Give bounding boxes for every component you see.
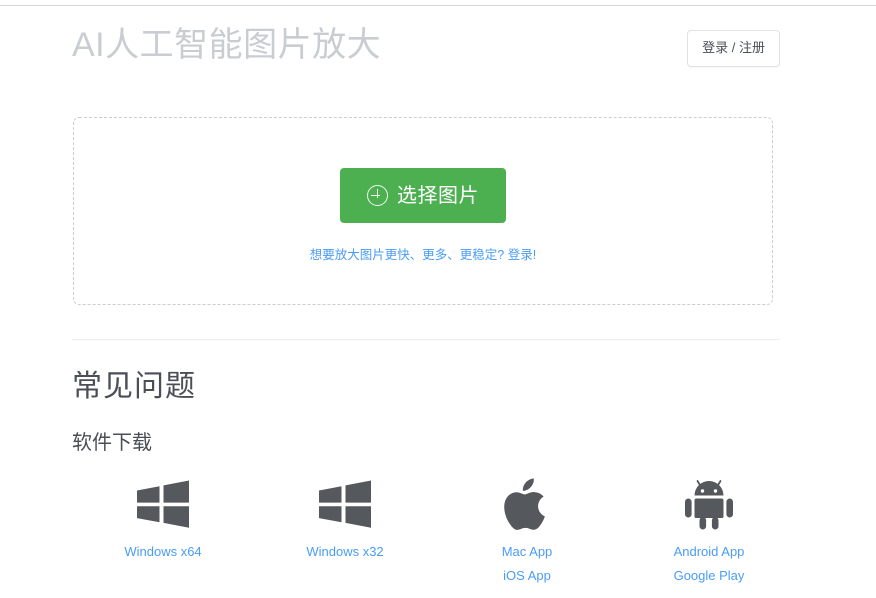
windows-logo-icon [317, 476, 373, 532]
download-link[interactable]: Windows x32 [306, 544, 383, 559]
download-links: Mac App iOS App [502, 544, 553, 583]
page-root: AI人工智能图片放大 登录 / 注册 选择图片 想要放大图片更快、更多、更稳定?… [0, 6, 876, 598]
download-list: Windows x64 Windows x32 Mac App iOS App … [72, 476, 836, 583]
login-register-button[interactable]: 登录 / 注册 [687, 30, 780, 67]
download-item-android[interactable]: Android App Google Play [618, 476, 800, 583]
download-links: Windows x32 [306, 544, 383, 559]
apple-logo-icon [503, 476, 551, 532]
plus-circle-icon [367, 185, 388, 206]
software-download-subheading: 软件下载 [72, 432, 152, 454]
promo-login-link[interactable]: 想要放大图片更快、更多、更稳定? 登录! [74, 247, 772, 263]
upload-dropzone[interactable]: 选择图片 想要放大图片更快、更多、更稳定? 登录! [73, 117, 773, 305]
download-link[interactable]: Android App [674, 544, 745, 559]
download-item-windows-x64[interactable]: Windows x64 [72, 476, 254, 583]
page-header: AI人工智能图片放大 登录 / 注册 [0, 6, 876, 102]
download-link[interactable]: Google Play [674, 568, 745, 583]
download-link[interactable]: Windows x64 [124, 544, 201, 559]
select-image-button[interactable]: 选择图片 [340, 168, 506, 223]
faq-heading: 常见问题 [72, 370, 196, 403]
windows-logo-icon [135, 476, 191, 532]
download-link[interactable]: iOS App [503, 568, 551, 583]
download-item-apple[interactable]: Mac App iOS App [436, 476, 618, 583]
select-image-button-label: 选择图片 [397, 184, 479, 207]
download-links: Windows x64 [124, 544, 201, 559]
download-item-windows-x32[interactable]: Windows x32 [254, 476, 436, 583]
page-title: AI人工智能图片放大 [72, 26, 382, 64]
download-link[interactable]: Mac App [502, 544, 553, 559]
android-robot-icon [681, 476, 737, 532]
download-links: Android App Google Play [674, 544, 745, 583]
section-divider [72, 339, 780, 340]
